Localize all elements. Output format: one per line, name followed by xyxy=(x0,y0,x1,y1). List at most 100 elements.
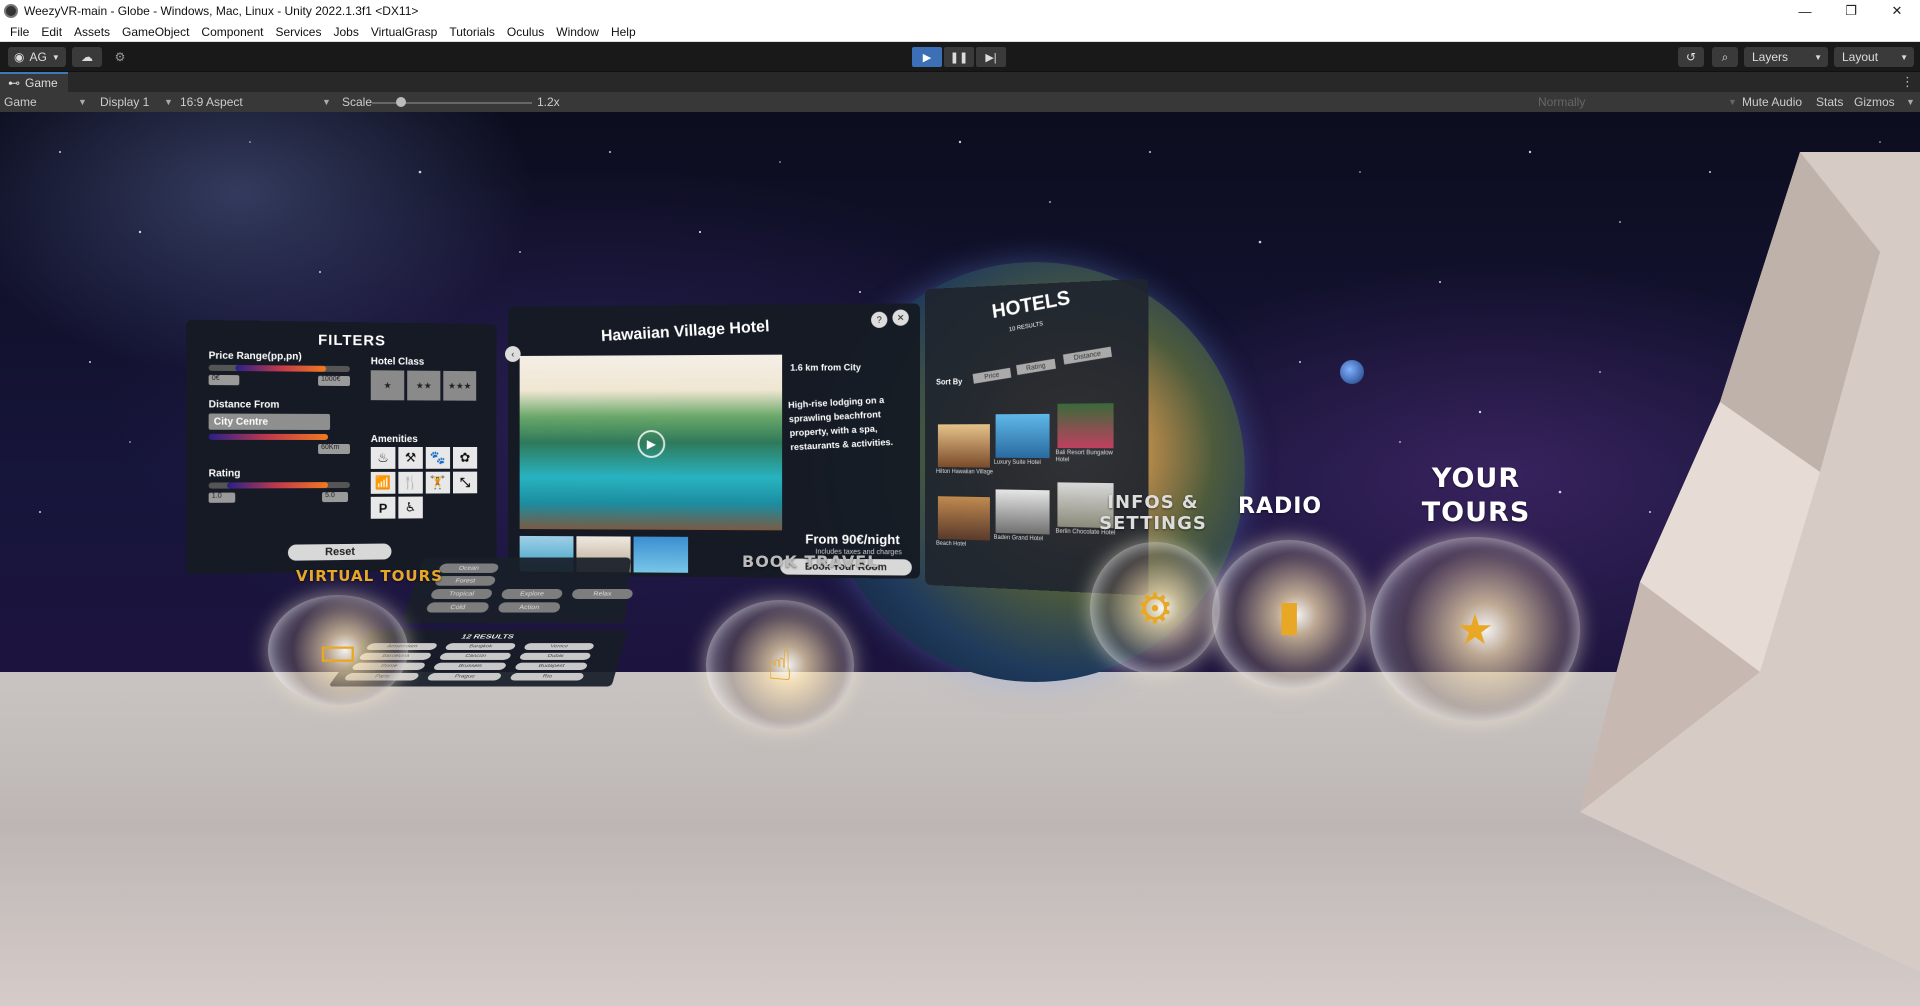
aspect-dropdown[interactable]: 16:9 Aspect ▼ xyxy=(180,92,332,112)
layout-dropdown[interactable]: Layout ▼ xyxy=(1834,47,1914,67)
more-options-icon[interactable]: ⋮ xyxy=(1901,74,1914,90)
beach-icon[interactable]: ⚒ xyxy=(398,447,422,469)
class-1-star[interactable]: ★ xyxy=(371,370,404,400)
menu-file[interactable]: File xyxy=(4,25,35,39)
gizmos-dropdown[interactable]: Gizmos ▼ xyxy=(1854,92,1914,112)
menu-gameobject[interactable]: GameObject xyxy=(116,25,195,39)
lighting-dropdown[interactable]: Normally ▼ xyxy=(1538,92,1738,112)
menu-virtualgrasp[interactable]: VirtualGrasp xyxy=(365,25,443,39)
sort-distance-tab[interactable]: Distance xyxy=(1063,347,1112,365)
stats-toggle[interactable]: Stats xyxy=(1816,92,1843,112)
hotel-card-5-image[interactable] xyxy=(996,489,1050,534)
garden-icon[interactable]: ✿ xyxy=(453,447,477,469)
hotels-title: HOTELS xyxy=(991,287,1072,324)
scale-slider-handle[interactable] xyxy=(396,97,406,107)
back-icon[interactable]: ‹ xyxy=(505,346,521,362)
play-video-icon[interactable]: ▶ xyxy=(638,430,666,458)
your-tours-button[interactable]: ★ xyxy=(1370,537,1580,722)
sort-by-label: Sort By xyxy=(936,377,962,386)
search-icon[interactable]: ⌕ xyxy=(1712,47,1738,67)
display-dropdown[interactable]: Display 1 ▼ xyxy=(100,92,172,112)
hotel-card-3-image[interactable] xyxy=(1057,403,1113,448)
class-3-star[interactable]: ★★★ xyxy=(443,371,476,401)
cloud-icon[interactable]: ☁ xyxy=(72,47,102,67)
step-button[interactable]: ▶| xyxy=(976,47,1006,67)
menu-jobs[interactable]: Jobs xyxy=(327,25,364,39)
result-item[interactable]: Dubai xyxy=(519,653,592,660)
mute-audio-toggle[interactable]: Mute Audio xyxy=(1742,92,1802,112)
menu-edit[interactable]: Edit xyxy=(35,25,68,39)
menu-window[interactable]: Window xyxy=(550,25,605,39)
category-cold[interactable]: Cold xyxy=(426,602,490,612)
result-item[interactable]: Venice xyxy=(523,643,595,650)
menu-oculus[interactable]: Oculus xyxy=(501,25,550,39)
info-icon[interactable]: ? xyxy=(871,312,887,328)
account-dropdown[interactable]: ◉ AG ▼ xyxy=(8,47,66,67)
unity-logo-icon xyxy=(4,4,18,18)
scale-label: Scale xyxy=(342,92,372,112)
radio-button[interactable]: ▮ xyxy=(1212,540,1366,690)
result-item[interactable]: Rio xyxy=(509,673,584,681)
minimize-button[interactable]: — xyxy=(1782,0,1828,22)
category-action[interactable]: Action xyxy=(497,602,560,612)
view-mode-dropdown[interactable]: Game ▼ xyxy=(4,92,86,112)
gym-icon[interactable]: 🏋 xyxy=(426,472,450,494)
rating-min-value: 1.0 xyxy=(209,493,236,503)
category-forest[interactable]: Forest xyxy=(434,576,496,586)
menu-services[interactable]: Services xyxy=(269,25,327,39)
parking-icon[interactable]: P xyxy=(371,497,396,519)
restaurant-icon[interactable]: 🍴 xyxy=(398,472,422,494)
category-ocean[interactable]: Ocean xyxy=(438,564,499,573)
chevron-down-icon: ▼ xyxy=(1906,97,1915,107)
layers-dropdown[interactable]: Layers ▼ xyxy=(1744,47,1828,67)
book-travel-button[interactable]: ☝ xyxy=(706,600,854,730)
account-icon: ◉ xyxy=(14,50,24,64)
sort-rating-tab[interactable]: Rating xyxy=(1016,359,1056,375)
menu-help[interactable]: Help xyxy=(605,25,642,39)
result-item[interactable]: Prague xyxy=(426,673,502,681)
sort-price-tab[interactable]: Price xyxy=(973,368,1012,384)
category-explore[interactable]: Explore xyxy=(501,589,563,599)
gallery-thumb-3[interactable] xyxy=(634,537,689,573)
category-relax[interactable]: Relax xyxy=(571,589,633,599)
hotel-card-2-name: Luxury Suite Hotel xyxy=(994,460,1054,467)
spa-icon[interactable]: ♨ xyxy=(371,447,396,469)
wifi-icon[interactable]: 📶 xyxy=(371,472,396,494)
window-title: WeezyVR-main - Globe - Windows, Mac, Lin… xyxy=(24,4,418,18)
accessible-icon[interactable]: ♿ xyxy=(398,497,422,519)
transfer-icon[interactable]: ⤡ xyxy=(453,472,477,494)
playmode-controls: ▶ ❚❚ ▶| xyxy=(912,47,1006,67)
hotel-card-1-image[interactable] xyxy=(938,424,990,467)
menu-tutorials[interactable]: Tutorials xyxy=(443,25,501,39)
collab-icon[interactable]: ⚙ xyxy=(108,47,132,67)
distance-slider[interactable] xyxy=(209,434,328,440)
pet-icon[interactable]: 🐾 xyxy=(426,447,450,469)
chevron-down-icon: ▼ xyxy=(322,97,331,107)
class-2-star[interactable]: ★★ xyxy=(407,371,440,401)
reset-button[interactable]: Reset xyxy=(288,543,392,560)
history-icon[interactable]: ↺ xyxy=(1678,47,1704,67)
result-item[interactable]: Brussels xyxy=(432,663,507,670)
hotel-card-2-image[interactable] xyxy=(996,414,1050,458)
result-item[interactable]: Bangkok xyxy=(444,643,516,650)
price-slider-fill[interactable] xyxy=(235,365,326,372)
chevron-down-icon: ▼ xyxy=(1814,53,1822,62)
close-button[interactable]: ✕ xyxy=(1874,0,1920,22)
virtual-tours-button[interactable]: ▭ xyxy=(268,595,408,705)
result-item[interactable]: Cancún xyxy=(438,653,512,660)
rating-slider-fill[interactable] xyxy=(227,482,328,488)
hotel-card-4-image[interactable] xyxy=(938,496,990,540)
close-icon[interactable]: ✕ xyxy=(892,310,908,326)
play-button[interactable]: ▶ xyxy=(912,47,942,67)
pause-button[interactable]: ❚❚ xyxy=(944,47,974,67)
tab-game[interactable]: ⊷ Game xyxy=(0,72,68,92)
menu-assets[interactable]: Assets xyxy=(68,25,116,39)
category-tropical[interactable]: Tropical xyxy=(430,589,493,599)
window-controls: — ❐ ✕ xyxy=(1782,0,1920,22)
maximize-button[interactable]: ❐ xyxy=(1828,0,1874,22)
infos-settings-button[interactable]: ⚙ xyxy=(1090,542,1220,674)
menu-component[interactable]: Component xyxy=(195,25,269,39)
result-item[interactable]: Budapest xyxy=(514,663,588,670)
game-viewport[interactable]: FILTERS Price Range(pp,pn) 0€ 1000€ Dist… xyxy=(0,112,1920,1006)
distance-dropdown[interactable]: City Centre xyxy=(209,413,330,429)
